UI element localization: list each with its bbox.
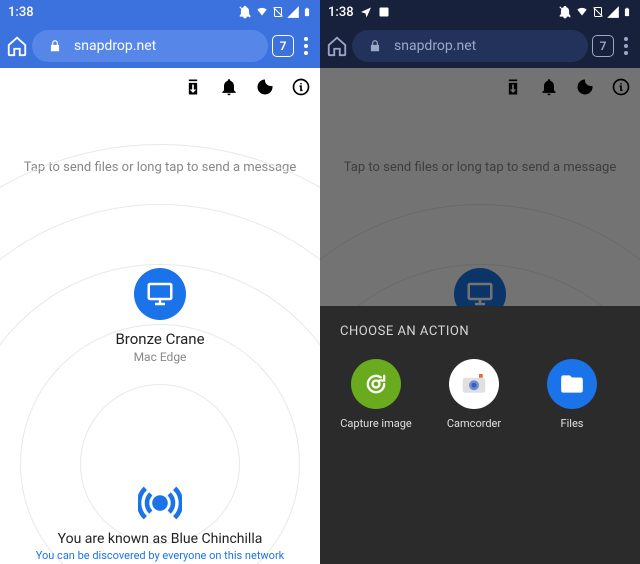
bell-off-icon: [238, 5, 252, 19]
notifications-icon[interactable]: [218, 76, 240, 98]
phone-right: 1:38 snapdrop.net: [320, 0, 640, 564]
action-capture-image[interactable]: Capture image: [340, 359, 412, 430]
browser-bar: snapdrop.net 7: [320, 24, 640, 68]
info-icon[interactable]: [290, 76, 312, 98]
tab-count: 7: [280, 39, 287, 53]
dark-mode-icon[interactable]: [254, 76, 276, 98]
action-label: Camcorder: [438, 417, 510, 430]
bell-off-icon: [558, 5, 572, 19]
identity-text: You are known as Blue Chinchilla: [0, 531, 320, 547]
files-icon: [547, 359, 597, 409]
sheet-title: CHOOSE AN ACTION: [340, 324, 620, 339]
picture-icon: [378, 6, 390, 18]
status-time: 1:38: [8, 5, 34, 20]
tab-count-badge[interactable]: 7: [592, 35, 614, 57]
action-camcorder[interactable]: Camcorder: [438, 359, 510, 430]
broadcast-icon: [138, 481, 182, 525]
page-content: Tap to send files or long tap to send a …: [0, 68, 320, 564]
phone-left: 1:38 snapdrop.net 7: [0, 0, 320, 564]
page-content: Tap to send files or long tap to send a …: [320, 68, 640, 564]
url-bar[interactable]: snapdrop.net: [32, 30, 268, 62]
wifi-icon: [574, 5, 590, 19]
status-bar: 1:38: [0, 0, 320, 24]
sheet-grid: Capture image Camcorder Files: [340, 359, 620, 452]
no-sim-icon: [592, 5, 604, 19]
home-icon[interactable]: [326, 35, 348, 57]
home-icon[interactable]: [6, 35, 28, 57]
action-files[interactable]: Files: [536, 359, 608, 430]
lock-icon: [364, 35, 386, 57]
tab-count-badge[interactable]: 7: [272, 35, 294, 57]
url-text: snapdrop.net: [74, 38, 156, 54]
action-label: Files: [536, 417, 608, 430]
signal-icon: [606, 5, 620, 19]
no-sim-icon: [272, 5, 284, 19]
wifi-icon: [254, 5, 270, 19]
url-text: snapdrop.net: [394, 38, 476, 54]
status-bar: 1:38: [320, 0, 640, 24]
url-bar[interactable]: snapdrop.net: [352, 30, 588, 62]
battery-icon: [622, 5, 632, 19]
status-icons: [558, 5, 632, 19]
overflow-menu-icon[interactable]: [618, 37, 634, 55]
status-time: 1:38: [328, 5, 354, 20]
status-icons: [238, 5, 312, 19]
footer: You are known as Blue Chinchilla You can…: [0, 481, 320, 564]
overflow-menu-icon[interactable]: [298, 37, 314, 55]
browser-bar: snapdrop.net 7: [0, 24, 320, 68]
signal-icon: [286, 5, 300, 19]
tab-count: 7: [600, 39, 607, 53]
install-icon[interactable]: [182, 76, 204, 98]
app-toolbar: [182, 76, 312, 98]
action-label: Capture image: [340, 417, 412, 430]
battery-icon: [302, 5, 312, 19]
action-sheet: CHOOSE AN ACTION Capture image Camcorder: [320, 306, 640, 564]
send-icon: [360, 6, 372, 18]
lock-icon: [44, 35, 66, 57]
camcorder-icon: [449, 359, 499, 409]
discoverable-text: You can be discovered by everyone on thi…: [0, 549, 320, 562]
capture-image-icon: [351, 359, 401, 409]
